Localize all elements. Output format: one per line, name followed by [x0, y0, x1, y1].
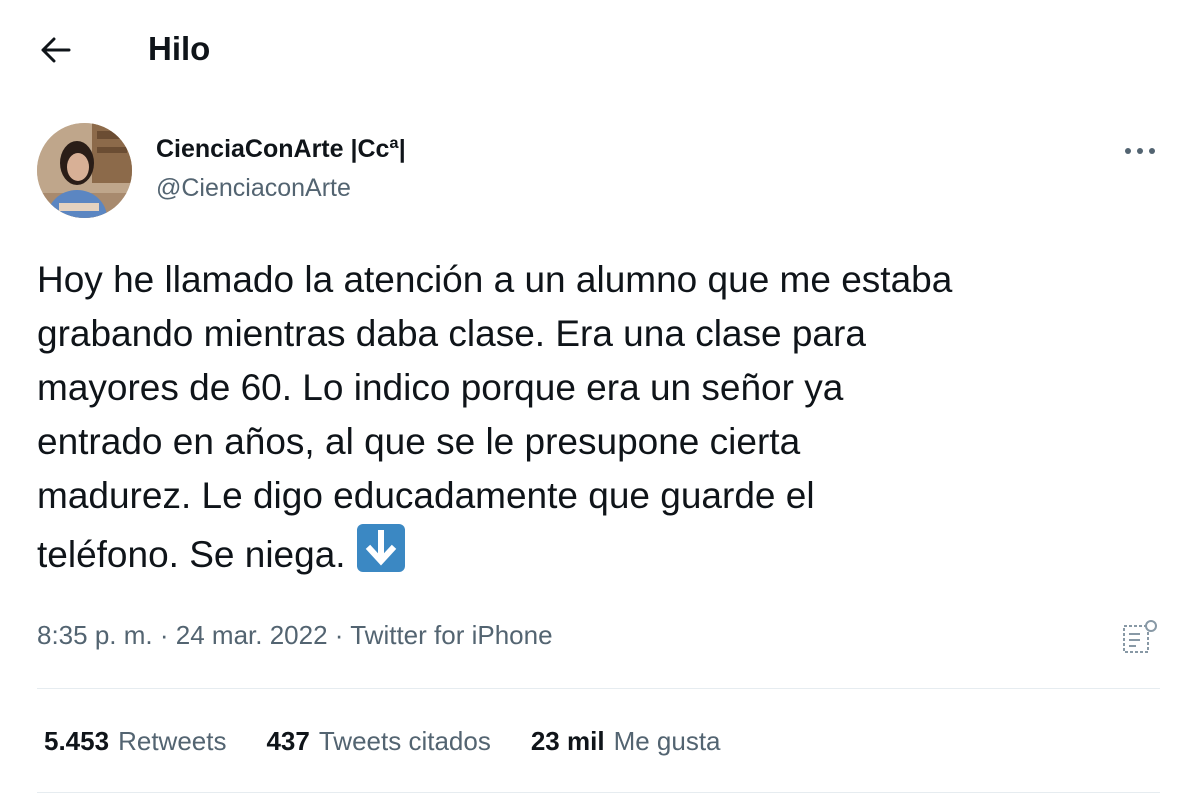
likes-stat[interactable]: 23 mil Me gusta	[531, 726, 721, 757]
divider	[37, 792, 1160, 793]
retweets-label: Retweets	[118, 725, 227, 756]
retweets-count: 5.453	[44, 725, 110, 756]
tweet-time[interactable]: 8:35 p. m. · 24 mar. 2022	[37, 620, 328, 650]
tweet-stats: 5.453 Retweets 437 Tweets citados 23 mil…	[44, 720, 721, 762]
analytics-icon	[1123, 620, 1157, 653]
more-horizontal-icon	[1125, 148, 1155, 154]
avatar[interactable]	[37, 123, 132, 218]
arrow-left-icon	[41, 37, 71, 63]
author-handle[interactable]: @CienciaconArte	[156, 172, 351, 204]
tweet-source[interactable]: Twitter for iPhone	[350, 620, 552, 650]
quote-tweets-count: 437	[266, 725, 310, 756]
tweet-thread-page: Hilo CienciaConArte |Ccª| @CienciaconArt…	[0, 0, 1200, 800]
back-button[interactable]	[34, 30, 78, 70]
retweets-stat[interactable]: 5.453 Retweets	[44, 726, 226, 757]
tweet-meta: 8:35 p. m. · 24 mar. 2022 · Twitter for …	[37, 616, 553, 654]
quote-tweets-stat[interactable]: 437 Tweets citados	[266, 726, 490, 757]
likes-count: 23 mil	[530, 725, 605, 756]
tweet-text: Hoy he llamado la atención a un alumno q…	[37, 253, 1177, 582]
down-arrow-emoji-icon	[356, 524, 405, 572]
user-avatar-photo	[37, 123, 132, 218]
page-title: Hilo	[148, 30, 211, 67]
divider	[37, 688, 1160, 689]
likes-label: Me gusta	[613, 725, 721, 756]
tweet-body: Hoy he llamado la atención a un alumno q…	[37, 259, 953, 575]
quote-tweets-label: Tweets citados	[318, 725, 491, 756]
more-options-button[interactable]	[1120, 138, 1160, 164]
header: Hilo	[0, 0, 1200, 100]
meta-separator: ·	[334, 620, 344, 650]
analytics-button[interactable]	[1118, 618, 1160, 658]
author-name[interactable]: CienciaConArte |Ccª|	[156, 133, 406, 165]
